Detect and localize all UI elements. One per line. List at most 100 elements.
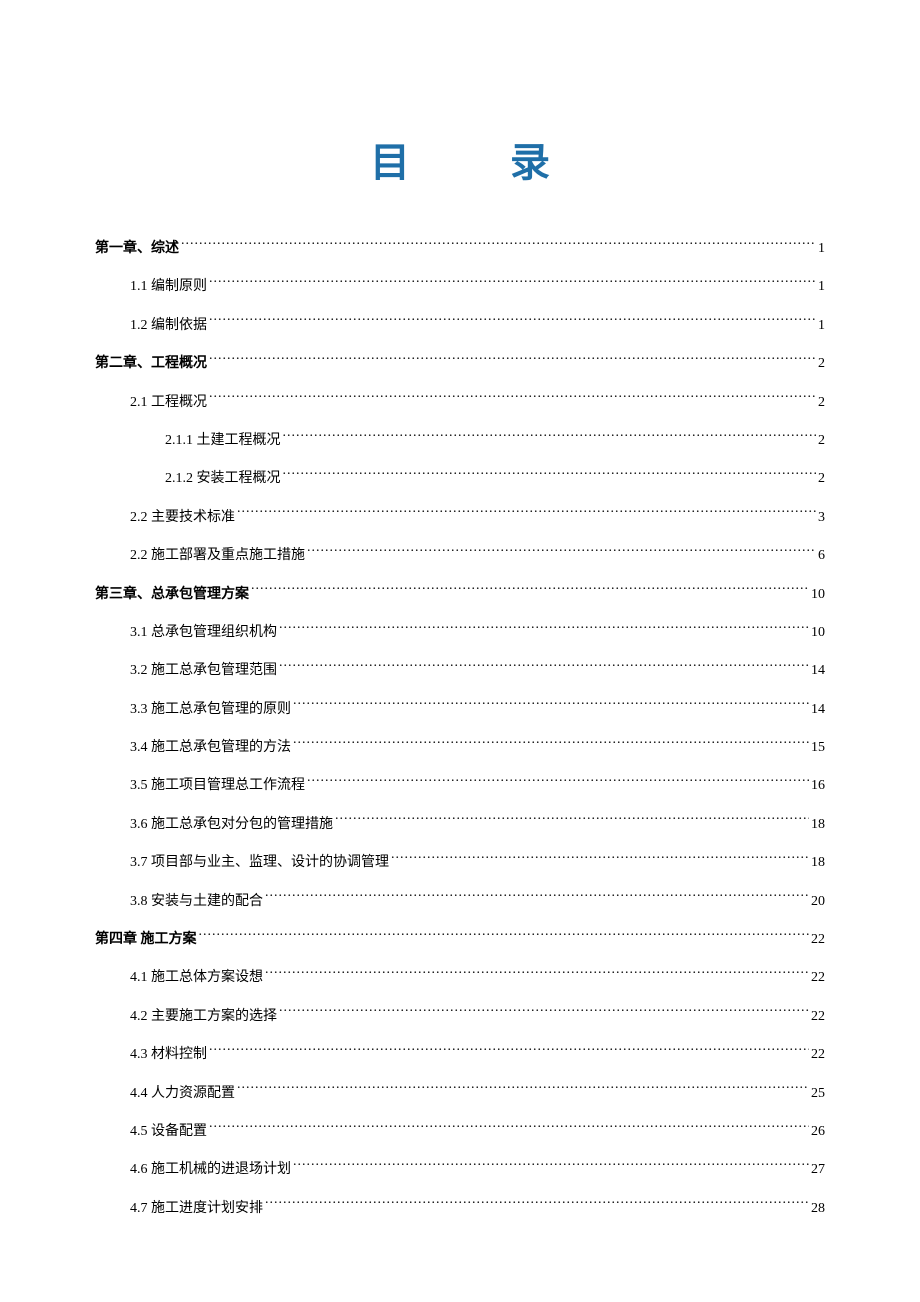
toc-entry: 2.1.1 土建工程概况 2 xyxy=(95,430,825,452)
toc-entry: 第四章 施工方案 22 xyxy=(95,929,825,951)
toc-leader-dots xyxy=(283,468,817,482)
toc-entry: 3.6 施工总承包对分包的管理措施 18 xyxy=(95,814,825,836)
toc-leader-dots xyxy=(251,584,809,598)
toc-leader-dots xyxy=(279,660,809,674)
toc-entry: 4.4 人力资源配置 25 xyxy=(95,1083,825,1105)
toc-entry-label: 1.2 编制依据 xyxy=(130,315,207,337)
toc-leader-dots xyxy=(283,430,817,444)
toc-entry-page: 10 xyxy=(811,622,825,644)
toc-entry-label: 4.6 施工机械的进退场计划 xyxy=(130,1159,291,1181)
toc-entry: 4.2 主要施工方案的选择 22 xyxy=(95,1006,825,1028)
toc-entry-page: 22 xyxy=(811,967,825,989)
toc-leader-dots xyxy=(209,276,816,290)
toc-entry-page: 14 xyxy=(811,699,825,721)
toc-entry: 2.2 施工部署及重点施工措施 6 xyxy=(95,545,825,567)
toc-entry-page: 28 xyxy=(811,1198,825,1220)
title-char-1: 目 xyxy=(370,140,410,185)
toc-entry-page: 2 xyxy=(818,353,825,375)
toc-entry-page: 18 xyxy=(811,852,825,874)
title-char-2: 录 xyxy=(510,140,550,185)
toc-entry: 2.1.2 安装工程概况2 xyxy=(95,468,825,490)
toc-entry: 3.3 施工总承包管理的原则 14 xyxy=(95,699,825,721)
toc-entry-label: 2.1.2 安装工程概况 xyxy=(165,468,281,490)
toc-leader-dots xyxy=(209,353,816,367)
toc-entry-page: 26 xyxy=(811,1121,825,1143)
toc-entry-label: 3.8 安装与土建的配合 xyxy=(130,891,263,913)
toc-entry-label: 4.5 设备配置 xyxy=(130,1121,207,1143)
toc-entry-label: 3.5 施工项目管理总工作流程 xyxy=(130,775,305,797)
toc-leader-dots xyxy=(293,699,809,713)
toc-entry: 3.4 施工总承包管理的方法 15 xyxy=(95,737,825,759)
toc-entry: 4.3 材料控制 22 xyxy=(95,1044,825,1066)
toc-leader-dots xyxy=(209,315,816,329)
toc-entry-page: 27 xyxy=(811,1159,825,1181)
toc-entry: 4.5 设备配置 26 xyxy=(95,1121,825,1143)
toc-leader-dots xyxy=(307,545,816,559)
toc-entry-page: 22 xyxy=(811,1044,825,1066)
toc-entry-label: 3.1 总承包管理组织机构 xyxy=(130,622,277,644)
toc-entry: 3.8 安装与土建的配合 20 xyxy=(95,891,825,913)
toc-entry-page: 20 xyxy=(811,891,825,913)
toc-entry: 2.1 工程概况 2 xyxy=(95,392,825,414)
toc-entry-page: 14 xyxy=(811,660,825,682)
toc-leader-dots xyxy=(279,1006,809,1020)
toc-entry-page: 2 xyxy=(818,392,825,414)
toc-entry: 4.7 施工进度计划安排 28 xyxy=(95,1198,825,1220)
toc-entry: 4.1 施工总体方案设想 22 xyxy=(95,967,825,989)
toc-leader-dots xyxy=(199,929,810,943)
toc-entry-label: 第四章 施工方案 xyxy=(95,929,197,951)
toc-entry: 第二章、工程概况 2 xyxy=(95,353,825,375)
toc-entry-page: 18 xyxy=(811,814,825,836)
toc-entry-label: 3.4 施工总承包管理的方法 xyxy=(130,737,291,759)
toc-leader-dots xyxy=(279,622,809,636)
toc-entry: 第三章、总承包管理方案10 xyxy=(95,584,825,606)
toc-entry-label: 2.1 工程概况 xyxy=(130,392,207,414)
toc-leader-dots xyxy=(237,1083,809,1097)
toc-leader-dots xyxy=(293,737,809,751)
toc-entry-page: 25 xyxy=(811,1083,825,1105)
toc-entry-page: 3 xyxy=(818,507,825,529)
toc-leader-dots xyxy=(265,1198,809,1212)
toc-entry-page: 1 xyxy=(818,276,825,298)
toc-entry: 3.7 项目部与业主、监理、设计的协调管理 18 xyxy=(95,852,825,874)
toc-entry: 1.1 编制原则1 xyxy=(95,276,825,298)
page-title: 目录 xyxy=(95,130,825,188)
toc-leader-dots xyxy=(335,814,809,828)
toc-entry-label: 4.4 人力资源配置 xyxy=(130,1083,235,1105)
toc-leader-dots xyxy=(391,852,809,866)
toc-leader-dots xyxy=(307,775,809,789)
toc-entry-label: 4.7 施工进度计划安排 xyxy=(130,1198,263,1220)
toc-entry-label: 4.1 施工总体方案设想 xyxy=(130,967,263,989)
toc-entry-label: 3.3 施工总承包管理的原则 xyxy=(130,699,291,721)
toc-entry-label: 2.2 主要技术标准 xyxy=(130,507,235,529)
toc-entry-label: 2.2 施工部署及重点施工措施 xyxy=(130,545,305,567)
toc-entry-label: 2.1.1 土建工程概况 xyxy=(165,430,281,452)
toc-entry: 1.2 编制依据1 xyxy=(95,315,825,337)
toc-entry-label: 3.6 施工总承包对分包的管理措施 xyxy=(130,814,333,836)
toc-entry: 3.2 施工总承包管理范围 14 xyxy=(95,660,825,682)
toc-entry-page: 2 xyxy=(818,430,825,452)
toc-entry: 2.2 主要技术标准 3 xyxy=(95,507,825,529)
toc-entry-page: 6 xyxy=(818,545,825,567)
toc-entry-page: 1 xyxy=(818,238,825,260)
toc-leader-dots xyxy=(181,238,816,252)
toc-entry-label: 4.3 材料控制 xyxy=(130,1044,207,1066)
toc-entry: 3.1 总承包管理组织机构 10 xyxy=(95,622,825,644)
toc-entry: 4.6 施工机械的进退场计划 27 xyxy=(95,1159,825,1181)
toc-leader-dots xyxy=(237,507,816,521)
toc-entry-page: 15 xyxy=(811,737,825,759)
toc-entry-label: 第二章、工程概况 xyxy=(95,353,207,375)
toc-leader-dots xyxy=(293,1159,809,1173)
toc-entry-label: 3.7 项目部与业主、监理、设计的协调管理 xyxy=(130,852,389,874)
toc-entry: 3.5 施工项目管理总工作流程16 xyxy=(95,775,825,797)
toc-entry-page: 10 xyxy=(811,584,825,606)
toc-leader-dots xyxy=(265,891,809,905)
toc-entry-label: 3.2 施工总承包管理范围 xyxy=(130,660,277,682)
toc-leader-dots xyxy=(209,392,816,406)
toc-entry-page: 22 xyxy=(811,929,825,951)
toc-entry-page: 22 xyxy=(811,1006,825,1028)
toc-entry-label: 第一章、综述 xyxy=(95,238,179,260)
toc-leader-dots xyxy=(209,1121,809,1135)
table-of-contents: 第一章、综述11.1 编制原则11.2 编制依据1第二章、工程概况22.1 工程… xyxy=(95,238,825,1220)
toc-entry-label: 4.2 主要施工方案的选择 xyxy=(130,1006,277,1028)
